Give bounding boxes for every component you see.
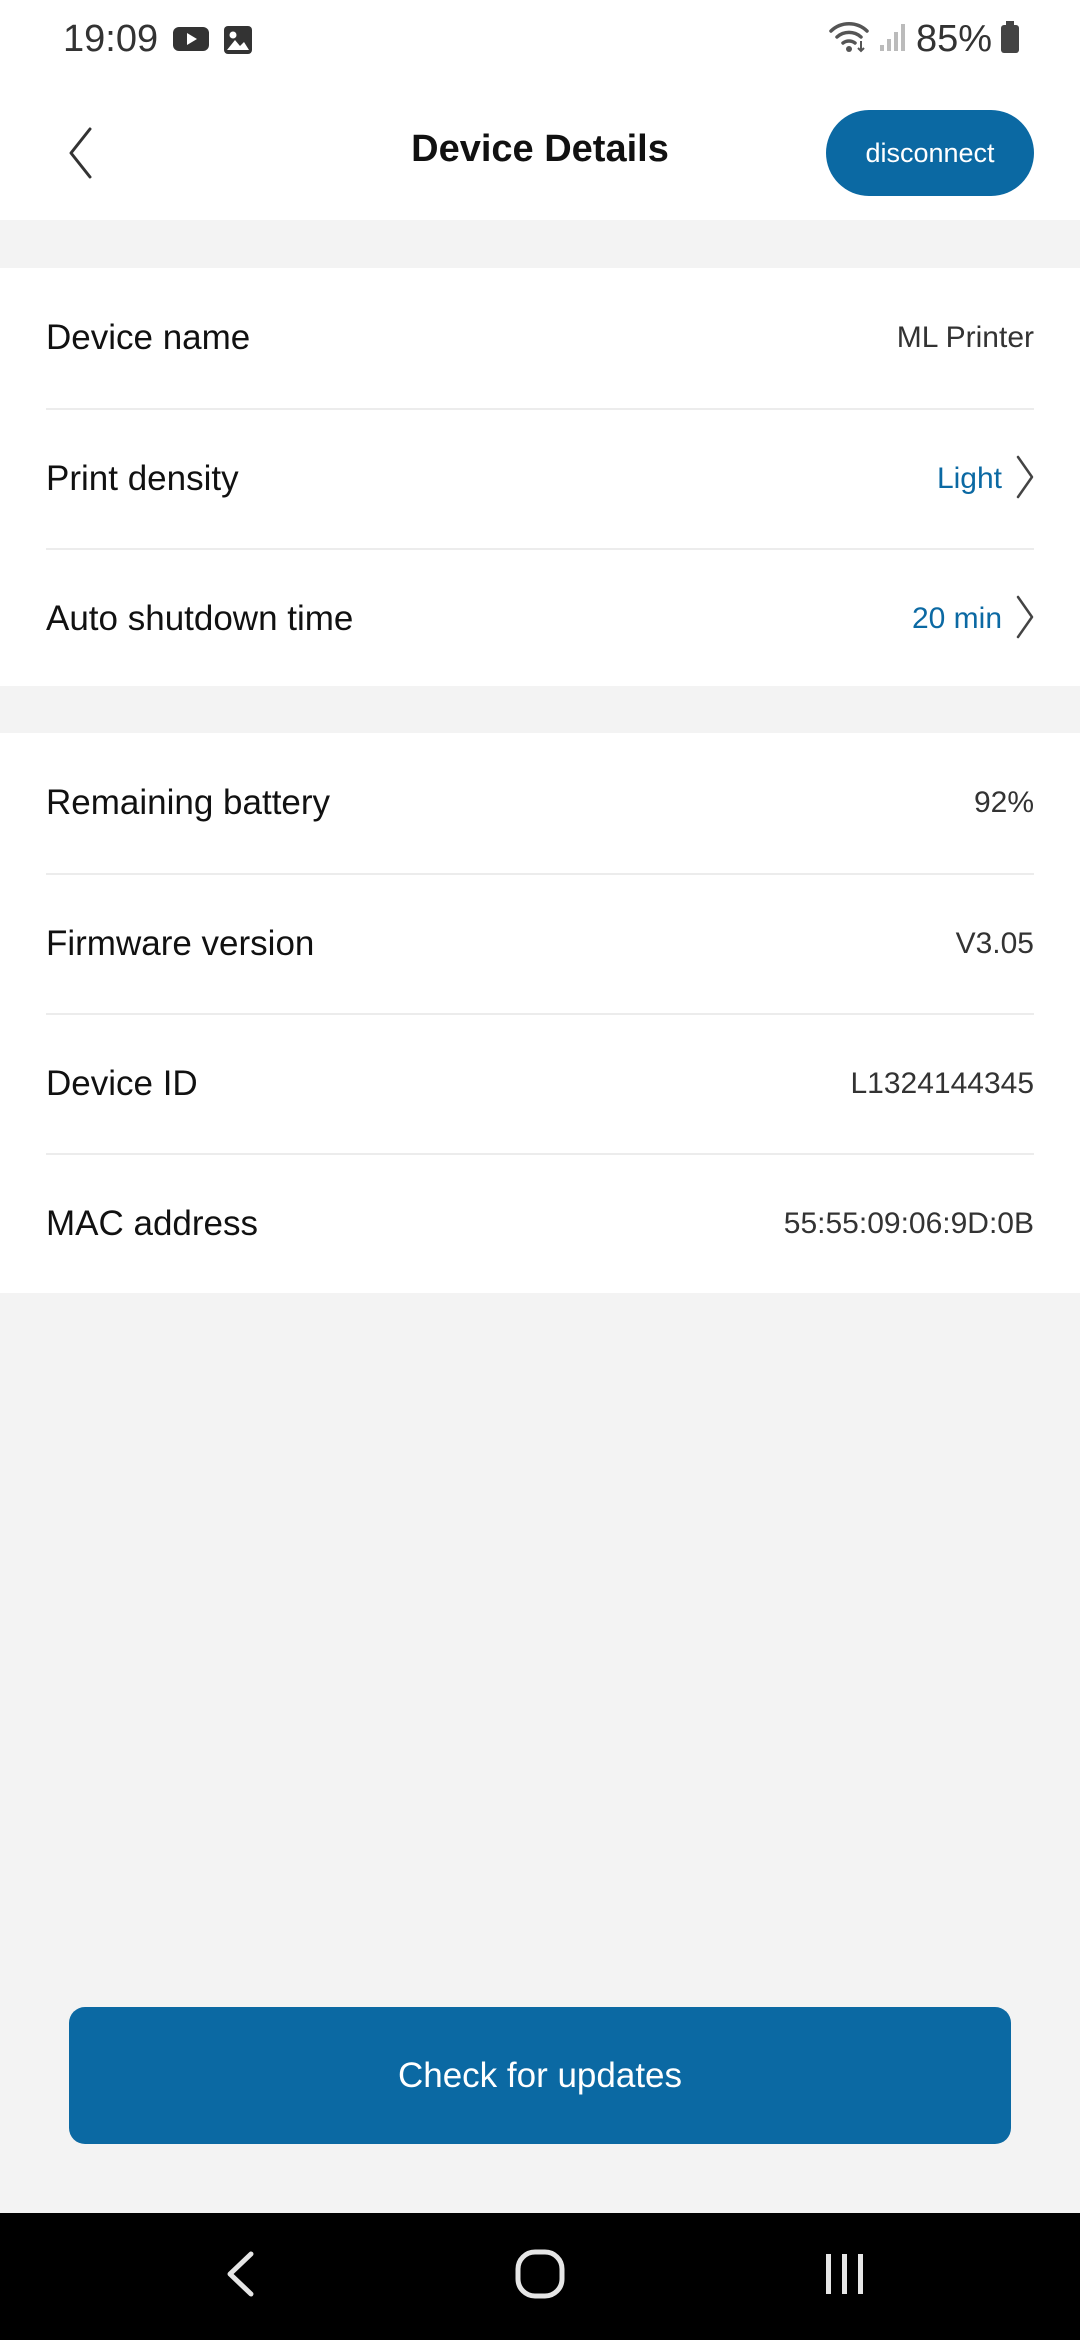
status-right: 85% — [828, 18, 1020, 61]
disconnect-button[interactable]: disconnect — [826, 110, 1034, 196]
device-details-screen: 19:09 85% Device Details disconnect Devi… — [0, 0, 1080, 2340]
nav-back-button[interactable] — [170, 2213, 310, 2340]
device-id-label: Device ID — [46, 1064, 198, 1103]
device-name-row: Device name ML Printer — [46, 268, 1034, 408]
battery-icon — [1000, 20, 1020, 59]
device-id-row: Device ID L1324144345 — [46, 1013, 1034, 1153]
device-settings-section: Device name ML Printer Print density Lig… — [0, 268, 1080, 686]
battery-percent: 85% — [915, 18, 992, 60]
mac-address-label: MAC address — [46, 1204, 259, 1243]
print-density-right: Light — [937, 455, 1034, 504]
remaining-battery-value: 92% — [973, 786, 1034, 819]
remaining-battery-row: Remaining battery 92% — [46, 733, 1034, 873]
system-nav-bar — [0, 2213, 1080, 2340]
nav-recents-button[interactable] — [775, 2213, 915, 2340]
remaining-battery-label: Remaining battery — [46, 783, 331, 822]
device-id-value: L1324144345 — [850, 1067, 1034, 1100]
device-name-value: ML Printer — [896, 321, 1034, 354]
auto-shutdown-right: 20 min — [912, 595, 1034, 644]
print-density-value: Light — [936, 462, 1002, 495]
firmware-version-value: V3.05 — [955, 927, 1034, 960]
device-info-section: Remaining battery 92% Firmware version V… — [0, 733, 1080, 1293]
gallery-icon — [222, 24, 254, 61]
auto-shutdown-label: Auto shutdown time — [46, 599, 354, 638]
mac-address-value: 55:55:09:06:9D:0B — [783, 1207, 1034, 1240]
check-for-updates-button[interactable]: Check for updates — [69, 2007, 1011, 2144]
notification-icons — [172, 24, 254, 61]
chevron-right-icon — [1016, 595, 1034, 644]
app-header: Device Details disconnect — [0, 80, 1080, 220]
firmware-version-row: Firmware version V3.05 — [46, 873, 1034, 1013]
youtube-icon — [172, 24, 210, 61]
wifi-icon — [828, 19, 870, 60]
print-density-row[interactable]: Print density Light — [46, 408, 1034, 548]
print-density-label: Print density — [46, 459, 239, 498]
auto-shutdown-value: 20 min — [911, 602, 1002, 635]
status-bar: 19:09 85% — [0, 0, 1080, 80]
mac-address-row: MAC address 55:55:09:06:9D:0B — [46, 1153, 1034, 1293]
nav-recents-icon — [822, 2251, 868, 2302]
nav-home-icon — [514, 2248, 566, 2305]
auto-shutdown-row[interactable]: Auto shutdown time 20 min — [46, 548, 1034, 688]
nav-home-button[interactable] — [470, 2213, 610, 2340]
device-name-label: Device name — [46, 318, 251, 357]
firmware-version-label: Firmware version — [46, 924, 315, 963]
signal-icon — [878, 21, 908, 58]
nav-back-icon — [225, 2250, 255, 2303]
status-time: 19:09 — [63, 18, 159, 60]
chevron-right-icon — [1016, 455, 1034, 504]
